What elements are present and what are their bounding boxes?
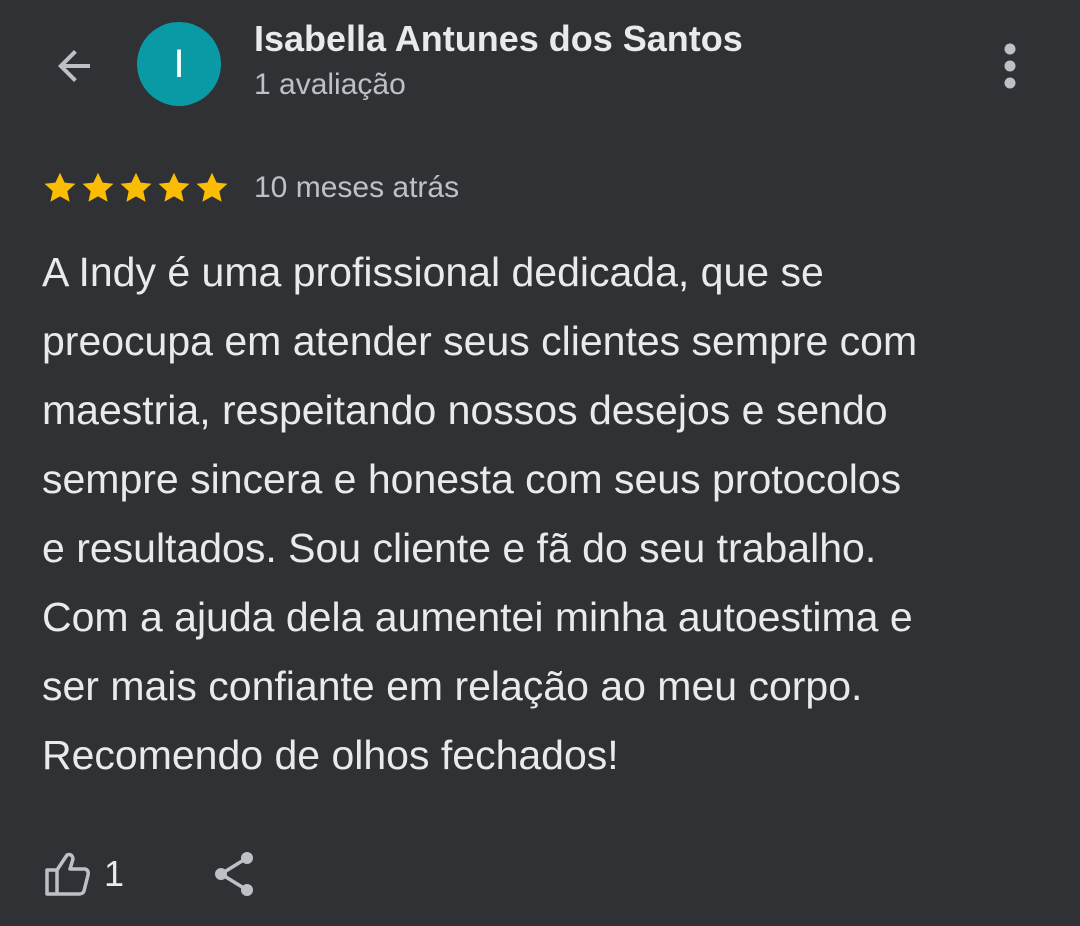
review-date: 10 meses atrás (254, 171, 460, 204)
review-text-line: maestria, respeitando nossos desejos e s… (42, 387, 888, 433)
rating-row: 10 meses atrás (42, 166, 459, 210)
review-text-line: e resultados. Sou cliente e fã do seu tr… (42, 525, 877, 571)
thumb-up-icon (45, 852, 90, 896)
review-text-line: A Indy é uma profissional dedicada, que … (42, 249, 824, 295)
review-header: I Isabella Antunes dos Santos 1 avaliaçã… (0, 0, 1080, 130)
review-text-line: ser mais confiante em relação ao meu cor… (42, 663, 863, 709)
review-actions: 1 (42, 842, 260, 906)
star-icon (158, 172, 190, 202)
back-button[interactable] (44, 36, 104, 96)
review-text-line: Com a ajuda dela aumentei minha autoesti… (42, 594, 913, 640)
like-count: 1 (104, 853, 125, 894)
reviewer-review-count: 1 avaliação (254, 68, 406, 101)
more-vert-icon (1004, 43, 1016, 89)
review-text-line: preocupa em atender seus clientes sempre… (42, 318, 918, 364)
avatar-initial: I (173, 41, 185, 86)
share-button[interactable] (208, 848, 260, 900)
like-button[interactable]: 1 (42, 849, 124, 899)
reviewer-name[interactable]: Isabella Antunes dos Santos (254, 18, 743, 60)
avatar[interactable]: I (137, 22, 221, 106)
arrow-left-icon (58, 50, 90, 82)
star-rating (42, 170, 230, 206)
star-icon (196, 172, 228, 202)
share-icon (215, 852, 254, 896)
star-icon (44, 172, 76, 202)
review-text: A Indy é uma profissional dedicada, que … (42, 238, 1042, 790)
review-text-line: Recomendo de olhos fechados! (42, 732, 619, 778)
more-options-button[interactable] (986, 36, 1034, 96)
star-icon (82, 172, 114, 202)
star-icon (120, 172, 152, 202)
review-text-line: sempre sincera e honesta com seus protoc… (42, 456, 902, 502)
